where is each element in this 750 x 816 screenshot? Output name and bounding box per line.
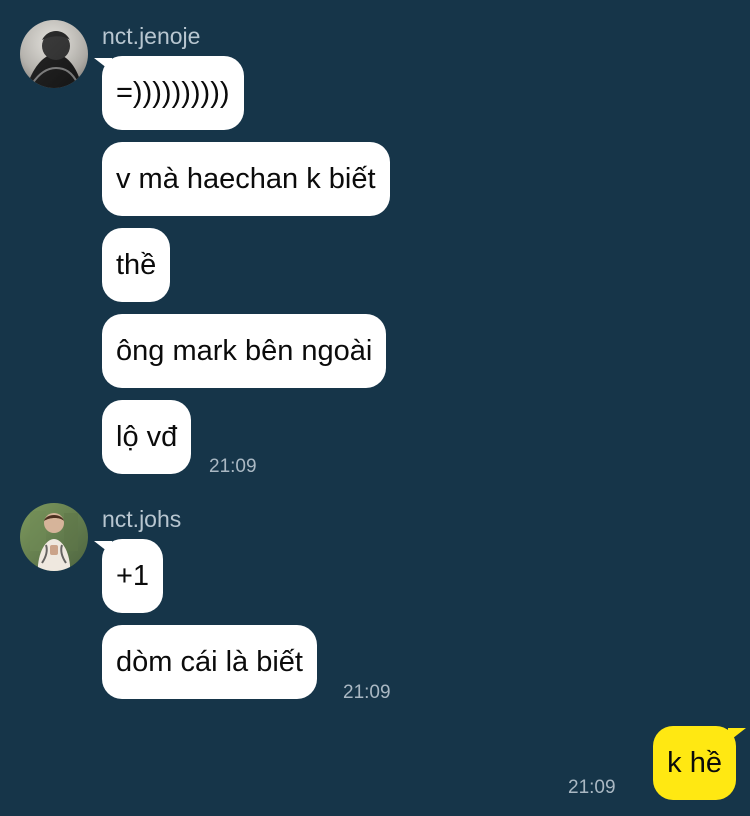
sender-name-jenoje: nct.jenoje [102, 23, 201, 49]
sender-avatar-jenoje[interactable] [20, 20, 88, 88]
message-bubble[interactable]: ông mark bên ngoài [102, 314, 387, 388]
message-bubble[interactable]: =)))))))))) [102, 56, 244, 130]
sender-name-johs: nct.johs [102, 506, 182, 532]
message-bubble-outgoing[interactable]: k hề [653, 726, 736, 800]
message-bubble[interactable]: v mà haechan k biết [102, 142, 390, 216]
chat-thread: nct.jenoje =)))))))))) v mà haechan k bi… [0, 0, 750, 816]
message-timestamp: 21:09 [343, 682, 391, 703]
message-bubble[interactable]: lộ vđ [102, 400, 192, 474]
message-bubble[interactable]: +1 [102, 539, 164, 613]
message-timestamp: 21:09 [568, 777, 616, 798]
message-timestamp: 21:09 [209, 456, 257, 477]
message-bubble[interactable]: dòm cái là biết [102, 625, 317, 699]
message-bubble[interactable]: thề [102, 228, 171, 302]
sender-avatar-johs[interactable] [20, 503, 88, 571]
